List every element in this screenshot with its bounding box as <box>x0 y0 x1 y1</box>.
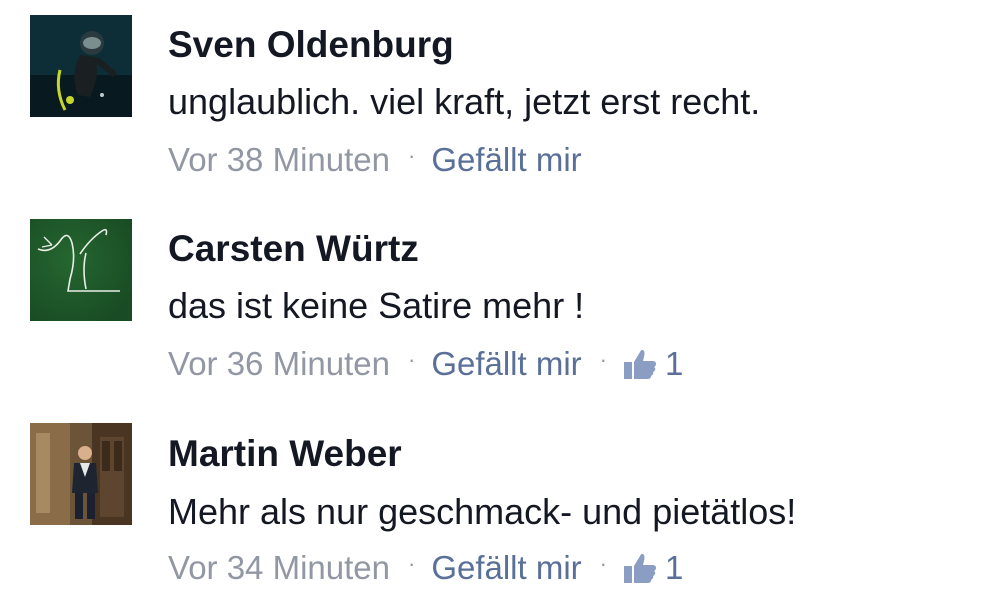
comment-timestamp[interactable]: Vor 38 Minuten <box>168 140 390 180</box>
comment-author[interactable]: Sven Oldenburg <box>168 23 454 67</box>
comment-meta: Vor 36 Minuten · Gefällt mir · 1 <box>168 344 683 384</box>
avatar-image <box>30 219 132 321</box>
avatar-image <box>30 15 132 117</box>
separator-dot: · <box>407 347 416 372</box>
like-count[interactable]: 1 <box>623 548 683 588</box>
separator-dot: · <box>407 143 416 168</box>
comment-meta: Vor 38 Minuten · Gefällt mir <box>168 140 582 180</box>
like-button[interactable]: Gefällt mir <box>431 548 581 588</box>
avatar[interactable] <box>30 15 132 117</box>
comment-text: unglaublich. viel kraft, jetzt erst rech… <box>168 81 761 122</box>
like-button[interactable]: Gefällt mir <box>431 140 581 180</box>
like-button[interactable]: Gefällt mir <box>431 344 581 384</box>
avatar[interactable] <box>30 219 132 321</box>
avatar[interactable] <box>30 423 132 525</box>
like-count-value: 1 <box>665 549 684 586</box>
comment-text: Mehr als nur geschmack- und pietätlos! <box>168 491 797 532</box>
separator-dot: · <box>599 551 607 576</box>
comment-timestamp[interactable]: Vor 36 Minuten <box>168 344 390 384</box>
separator-dot: · <box>407 551 416 576</box>
comment-author[interactable]: Carsten Würtz <box>168 227 419 271</box>
separator-dot: · <box>599 347 607 372</box>
like-count[interactable]: 1 <box>623 344 683 384</box>
avatar-image <box>30 423 132 525</box>
comment-meta: Vor 34 Minuten · Gefällt mir · 1 <box>168 548 683 588</box>
thumbs-up-icon <box>623 552 657 584</box>
like-count-value: 1 <box>665 345 684 382</box>
thumbs-up-icon <box>623 348 657 380</box>
comment-timestamp[interactable]: Vor 34 Minuten <box>168 548 390 588</box>
comment-author[interactable]: Martin Weber <box>168 432 402 476</box>
comment-text: das ist keine Satire mehr ! <box>168 285 585 326</box>
